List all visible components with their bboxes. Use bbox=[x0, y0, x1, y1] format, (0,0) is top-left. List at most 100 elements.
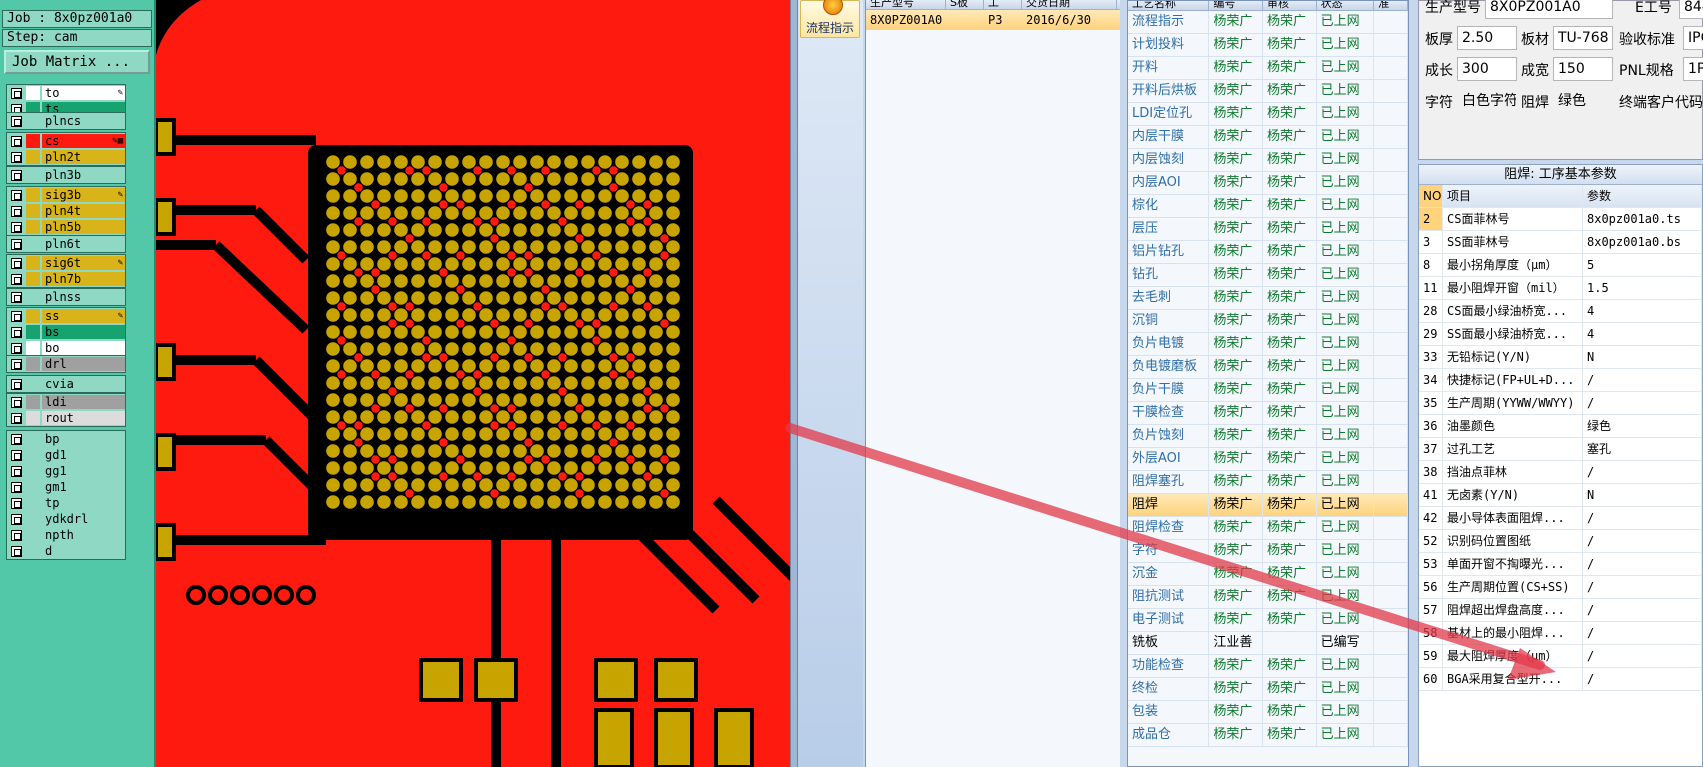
layer-row-sig3b[interactable]: sig3b ✎ bbox=[7, 187, 125, 203]
layer-checkbox[interactable] bbox=[11, 257, 22, 269]
layer-name[interactable]: d bbox=[42, 544, 125, 558]
layer-checkbox[interactable] bbox=[11, 545, 22, 557]
process-row[interactable]: 阻抗测试 杨荣广 杨荣广 已上网 bbox=[1128, 586, 1409, 609]
process-row[interactable]: 负片蚀刻 杨荣广 杨荣广 已上网 bbox=[1128, 425, 1409, 448]
process-row[interactable]: 内层AOI 杨荣广 杨荣广 已上网 bbox=[1128, 172, 1409, 195]
param-row[interactable]: 8 最小拐角厚度（μm） 5 bbox=[1419, 254, 1702, 277]
col-header-model[interactable]: 生产型号 bbox=[866, 0, 946, 9]
process-row[interactable]: 开料 杨荣广 杨荣广 已上网 bbox=[1128, 57, 1409, 80]
param-row[interactable]: 35 生产周期(YYWW/WWYY) / bbox=[1419, 392, 1702, 415]
param-row[interactable]: 60 BGA采用复合型开... / bbox=[1419, 668, 1702, 691]
layer-checkbox[interactable] bbox=[11, 342, 22, 354]
layer-name[interactable]: cvia bbox=[42, 377, 125, 391]
layer-checkbox[interactable] bbox=[11, 433, 22, 445]
layer-checkbox[interactable] bbox=[11, 513, 22, 525]
layer-checkbox[interactable] bbox=[11, 358, 22, 370]
layer-row-d[interactable]: d bbox=[7, 543, 125, 559]
process-row[interactable]: 成品仓 杨荣广 杨荣广 已上网 bbox=[1128, 724, 1409, 747]
eno-field[interactable]: 8448 bbox=[1679, 0, 1703, 19]
layer-name[interactable]: pln3b bbox=[42, 168, 125, 182]
process-row[interactable]: 棕化 杨荣广 杨荣广 已上网 bbox=[1128, 195, 1409, 218]
layer-checkbox[interactable] bbox=[11, 497, 22, 509]
splitter[interactable] bbox=[790, 0, 798, 767]
layer-row-tp[interactable]: tp bbox=[7, 495, 125, 511]
layer-checkbox[interactable] bbox=[11, 326, 22, 338]
layer-row-to[interactable]: to ✎ bbox=[7, 85, 125, 101]
layer-row-cvia[interactable]: cvia bbox=[7, 376, 125, 392]
width-field[interactable]: 150 bbox=[1553, 57, 1613, 81]
param-row[interactable]: 41 无卤素(Y/N) N bbox=[1419, 484, 1702, 507]
layer-checkbox[interactable] bbox=[11, 238, 22, 250]
layer-name[interactable]: plnss bbox=[42, 290, 125, 304]
layer-name[interactable]: cs ✎▦ bbox=[42, 134, 125, 148]
layer-row-drl[interactable]: drl bbox=[7, 356, 125, 372]
layer-checkbox[interactable] bbox=[11, 529, 22, 541]
process-row[interactable]: 负电镀磨板 杨荣广 杨荣广 已上网 bbox=[1128, 356, 1409, 379]
layer-row-cs[interactable]: cs ✎▦ bbox=[7, 133, 125, 149]
process-row[interactable]: 沉铜 杨荣广 杨荣广 已上网 bbox=[1128, 310, 1409, 333]
layer-row-plnss[interactable]: plnss bbox=[7, 289, 125, 305]
param-row[interactable]: 29 SS面最小绿油桥宽... 4 bbox=[1419, 323, 1702, 346]
param-row[interactable]: 11 最小阻焊开窗（mil） 1.5 bbox=[1419, 277, 1702, 300]
param-row[interactable]: 42 最小导体表面阻焊... / bbox=[1419, 507, 1702, 530]
standard-field[interactable]: IPC bbox=[1683, 26, 1703, 50]
layer-name[interactable]: to ✎ bbox=[42, 86, 125, 100]
layer-checkbox[interactable] bbox=[11, 169, 22, 181]
layer-name[interactable]: pln5b bbox=[42, 220, 125, 234]
param-row[interactable]: 38 挡油点菲林 / bbox=[1419, 461, 1702, 484]
col-header-review[interactable]: 审核 bbox=[1263, 1, 1317, 10]
layer-name[interactable]: sig6t ✎ bbox=[42, 256, 125, 270]
layer-name[interactable]: gg1 bbox=[42, 464, 125, 478]
param-row[interactable]: 59 最大阻焊厚度（μm） / bbox=[1419, 645, 1702, 668]
process-row[interactable]: 电子测试 杨荣广 杨荣广 已上网 bbox=[1128, 609, 1409, 632]
layer-name[interactable]: gm1 bbox=[42, 480, 125, 494]
layer-name[interactable]: bp bbox=[42, 432, 125, 446]
process-row[interactable]: 终检 杨荣广 杨荣广 已上网 bbox=[1128, 678, 1409, 701]
param-row[interactable]: 36 油墨颜色 绿色 bbox=[1419, 415, 1702, 438]
process-row[interactable]: 铣板 江业善 已编写 bbox=[1128, 632, 1409, 655]
layer-name[interactable]: sig3b ✎ bbox=[42, 188, 125, 202]
layer-row-npth[interactable]: npth bbox=[7, 527, 125, 543]
layer-checkbox[interactable] bbox=[11, 221, 22, 233]
layer-row-pln4t[interactable]: pln4t bbox=[7, 203, 125, 219]
process-row[interactable]: 外层AOI 杨荣广 杨荣广 已上网 bbox=[1128, 448, 1409, 471]
param-row[interactable]: 2 CS面菲林号 8x0pz001a0.ts bbox=[1419, 208, 1702, 231]
process-row[interactable]: 功能检查 杨荣广 杨荣广 已上网 bbox=[1128, 655, 1409, 678]
process-row[interactable]: 阻焊塞孔 杨荣广 杨荣广 已上网 bbox=[1128, 471, 1409, 494]
material-field[interactable]: TU-768 bbox=[1553, 26, 1613, 50]
layer-row-plncs[interactable]: plncs bbox=[7, 113, 125, 129]
character-field[interactable]: 白色字符 bbox=[1457, 89, 1517, 113]
process-row[interactable]: 阻焊检查 杨荣广 杨荣广 已上网 bbox=[1128, 517, 1409, 540]
process-row[interactable]: 干膜检查 杨荣广 杨荣广 已上网 bbox=[1128, 402, 1409, 425]
param-row[interactable]: 34 快捷标记(FP+UL+D... / bbox=[1419, 369, 1702, 392]
layer-checkbox[interactable] bbox=[11, 135, 22, 147]
layer-name[interactable]: tp bbox=[42, 496, 125, 510]
layer-row-ydkdrl[interactable]: ydkdrl bbox=[7, 511, 125, 527]
flow-indicator-button[interactable]: 流程指示 bbox=[800, 0, 860, 38]
process-row[interactable]: 包装 杨荣广 杨荣广 已上网 bbox=[1128, 701, 1409, 724]
model-field[interactable]: 8X0PZ001A0 bbox=[1485, 0, 1613, 19]
col-header-param[interactable]: 参数 bbox=[1583, 185, 1702, 207]
layer-row-pln7b[interactable]: pln7b bbox=[7, 271, 125, 287]
col-header-item[interactable]: 项目 bbox=[1443, 185, 1583, 207]
layer-row-pln3b[interactable]: pln3b bbox=[7, 167, 125, 183]
layer-row-gd1[interactable]: gd1 bbox=[7, 447, 125, 463]
col-header-status[interactable]: 状态 bbox=[1317, 1, 1375, 10]
col-header-code[interactable]: 编号 bbox=[1209, 1, 1264, 10]
layer-name[interactable]: pln2t bbox=[42, 150, 125, 164]
layer-name[interactable]: rout bbox=[42, 411, 125, 425]
layer-checkbox[interactable] bbox=[11, 449, 22, 461]
process-row[interactable]: 负片电镀 杨荣广 杨荣广 已上网 bbox=[1128, 333, 1409, 356]
param-row[interactable]: 37 过孔工艺 塞孔 bbox=[1419, 438, 1702, 461]
param-row[interactable]: 33 无铅标记(Y/N) N bbox=[1419, 346, 1702, 369]
layer-checkbox[interactable] bbox=[11, 151, 22, 163]
param-row[interactable]: 3 SS面菲林号 8x0pz001a0.bs bbox=[1419, 231, 1702, 254]
layer-name[interactable]: bo bbox=[42, 341, 125, 355]
param-row[interactable]: 28 CS面最小绿油桥宽... 4 bbox=[1419, 300, 1702, 323]
process-row[interactable]: 沉金 杨荣广 杨荣广 已上网 bbox=[1128, 563, 1409, 586]
col-header-no[interactable]: NO bbox=[1419, 185, 1443, 207]
layer-checkbox[interactable] bbox=[11, 189, 22, 201]
layer-name[interactable]: plncs bbox=[42, 114, 125, 128]
job-matrix-button[interactable]: Job Matrix ... bbox=[4, 50, 150, 74]
thickness-field[interactable]: 2.50 bbox=[1457, 26, 1517, 50]
